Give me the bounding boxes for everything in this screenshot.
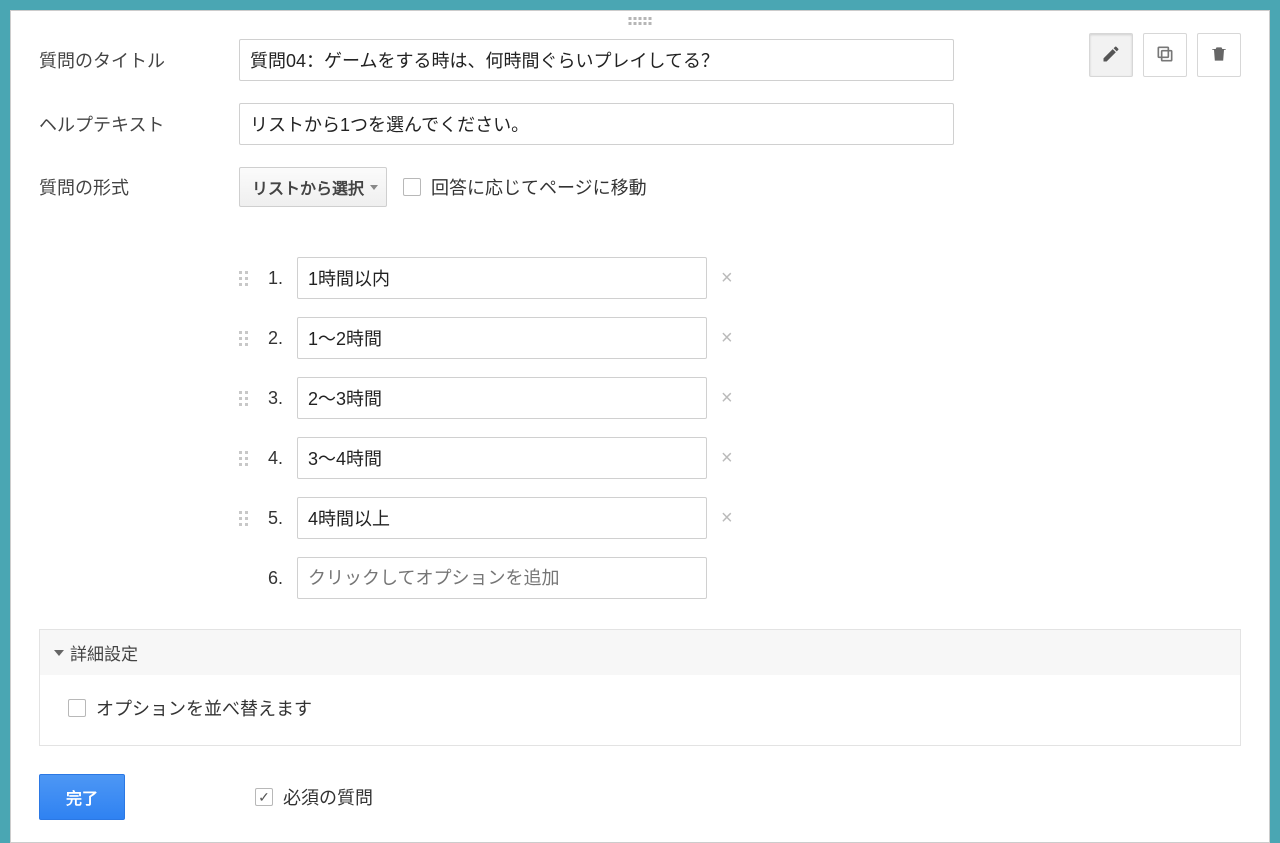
add-option-row: 6. <box>239 557 799 599</box>
checkbox-icon <box>403 178 421 196</box>
option-row: 2. × <box>239 317 799 359</box>
advanced-label: 詳細設定 <box>70 640 138 665</box>
add-option-input[interactable] <box>297 557 707 599</box>
required-checkbox[interactable]: 必須の質問 <box>255 784 373 810</box>
option-number: 3. <box>259 388 283 409</box>
drag-handle-icon[interactable] <box>239 391 251 406</box>
question-type-dropdown[interactable]: リストから選択 <box>239 167 387 207</box>
pencil-icon <box>1101 44 1121 67</box>
chevron-down-icon <box>370 185 378 190</box>
delete-button[interactable] <box>1197 33 1241 77</box>
toolbar <box>1089 33 1241 77</box>
advanced-section: 詳細設定 オプションを並べ替えます <box>39 629 1241 746</box>
drag-handle-icon[interactable] <box>239 271 251 286</box>
option-row: 4. × <box>239 437 799 479</box>
row-title: 質問のタイトル <box>39 39 1241 81</box>
dropdown-label: リストから選択 <box>252 175 364 199</box>
triangle-down-icon <box>54 650 64 656</box>
drag-handle-icon[interactable] <box>239 331 251 346</box>
shuffle-label: オプションを並べ替えます <box>96 695 312 721</box>
option-input[interactable] <box>297 317 707 359</box>
label-type: 質問の形式 <box>39 174 239 200</box>
option-input[interactable] <box>297 257 707 299</box>
remove-option-button[interactable]: × <box>721 508 733 528</box>
question-title-input[interactable] <box>239 39 954 81</box>
advanced-body: オプションを並べ替えます <box>40 675 1240 745</box>
drag-handle-top[interactable] <box>629 17 652 25</box>
option-number: 6. <box>259 568 283 589</box>
footer: 完了 必須の質問 <box>39 774 1241 820</box>
options-list: 1. × 2. × 3. × 4. × 5. × <box>239 257 799 599</box>
goto-page-checkbox[interactable]: 回答に応じてページに移動 <box>403 174 647 200</box>
goto-page-label: 回答に応じてページに移動 <box>431 174 647 200</box>
option-row: 3. × <box>239 377 799 419</box>
option-row: 5. × <box>239 497 799 539</box>
question-editor-card: 質問のタイトル ヘルプテキスト 質問の形式 リストから選択 回答に応じてページに… <box>10 10 1270 843</box>
option-number: 5. <box>259 508 283 529</box>
trash-icon <box>1209 44 1229 67</box>
remove-option-button[interactable]: × <box>721 268 733 288</box>
drag-handle-icon[interactable] <box>239 451 251 466</box>
help-text-input[interactable] <box>239 103 954 145</box>
remove-option-button[interactable]: × <box>721 388 733 408</box>
done-button[interactable]: 完了 <box>39 774 125 820</box>
row-type: 質問の形式 リストから選択 回答に応じてページに移動 <box>39 167 1241 207</box>
option-input[interactable] <box>297 377 707 419</box>
edit-button[interactable] <box>1089 33 1133 77</box>
option-number: 4. <box>259 448 283 469</box>
option-number: 1. <box>259 268 283 289</box>
duplicate-button[interactable] <box>1143 33 1187 77</box>
option-row: 1. × <box>239 257 799 299</box>
option-input[interactable] <box>297 497 707 539</box>
option-number: 2. <box>259 328 283 349</box>
option-input[interactable] <box>297 437 707 479</box>
checkbox-checked-icon <box>255 788 273 806</box>
checkbox-icon <box>68 699 86 717</box>
required-label: 必須の質問 <box>283 784 373 810</box>
label-title: 質問のタイトル <box>39 47 239 73</box>
label-help: ヘルプテキスト <box>39 111 239 137</box>
remove-option-button[interactable]: × <box>721 448 733 468</box>
drag-handle-icon[interactable] <box>239 511 251 526</box>
row-help: ヘルプテキスト <box>39 103 1241 145</box>
copy-icon <box>1155 44 1175 67</box>
advanced-toggle[interactable]: 詳細設定 <box>40 630 1240 675</box>
remove-option-button[interactable]: × <box>721 328 733 348</box>
shuffle-checkbox[interactable]: オプションを並べ替えます <box>68 695 312 721</box>
